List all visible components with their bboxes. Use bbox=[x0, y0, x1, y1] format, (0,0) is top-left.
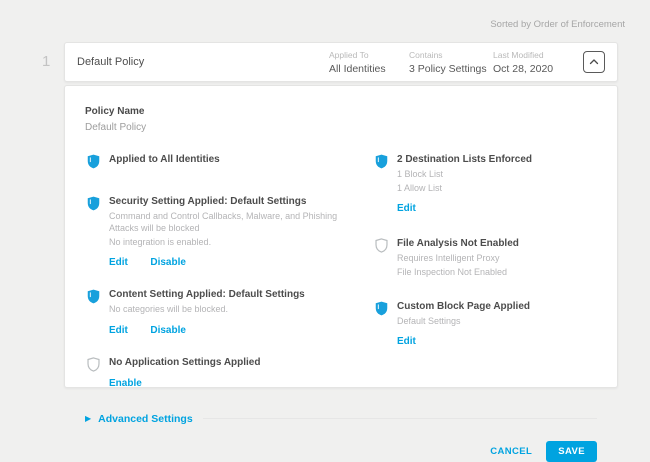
shield-icon bbox=[375, 300, 388, 349]
meta-applied-to: Applied To All Identities bbox=[329, 50, 409, 75]
meta-value: Oct 28, 2020 bbox=[493, 63, 577, 75]
shield-icon bbox=[87, 288, 100, 337]
setting-title: File Analysis Not Enabled bbox=[397, 237, 597, 250]
shield-icon bbox=[375, 153, 388, 216]
policy-detail-panel: Policy Name Default Policy Applied to Al… bbox=[64, 85, 618, 388]
setting-title: 2 Destination Lists Enforced bbox=[397, 153, 597, 166]
policy-row-number: 1 bbox=[42, 53, 50, 70]
setting-description: No categories will be blocked. bbox=[109, 303, 359, 315]
meta-last-modified: Last Modified Oct 28, 2020 bbox=[493, 50, 583, 75]
setting-title: Custom Block Page Applied bbox=[397, 300, 597, 313]
setting-description: 1 Block List bbox=[397, 168, 597, 180]
settings-column-left: Applied to All Identities Security Setti… bbox=[85, 153, 365, 409]
save-button[interactable]: SAVE bbox=[546, 441, 597, 462]
setting-description: 1 Allow List bbox=[397, 182, 597, 194]
setting-application: No Application Settings Applied Enable bbox=[87, 356, 365, 391]
meta-value: All Identities bbox=[329, 63, 403, 75]
shield-outline-icon bbox=[87, 356, 100, 391]
policy-title: Default Policy bbox=[77, 56, 329, 68]
cancel-button[interactable]: CANCEL bbox=[490, 446, 532, 457]
meta-label: Last Modified bbox=[493, 50, 577, 60]
meta-contains: Contains 3 Policy Settings bbox=[409, 50, 493, 75]
enable-link[interactable]: Enable bbox=[109, 378, 142, 389]
shield-icon bbox=[87, 153, 100, 174]
setting-title: Content Setting Applied: Default Setting… bbox=[109, 288, 365, 301]
disable-link[interactable]: Disable bbox=[150, 257, 186, 268]
settings-column-right: 2 Destination Lists Enforced 1 Block Lis… bbox=[365, 153, 597, 409]
divider bbox=[203, 418, 597, 419]
setting-destination-lists: 2 Destination Lists Enforced 1 Block Lis… bbox=[375, 153, 597, 216]
edit-link[interactable]: Edit bbox=[397, 336, 416, 347]
disable-link[interactable]: Disable bbox=[150, 325, 186, 336]
advanced-settings-toggle[interactable]: Advanced Settings bbox=[98, 413, 193, 425]
meta-label: Contains bbox=[409, 50, 487, 60]
setting-description: Command and Control Callbacks, Malware, … bbox=[109, 210, 359, 234]
chevron-up-icon bbox=[588, 56, 600, 68]
caret-right-icon: ▶ bbox=[85, 414, 91, 423]
setting-applied-identities: Applied to All Identities bbox=[87, 153, 365, 174]
edit-link[interactable]: Edit bbox=[397, 203, 416, 214]
setting-description: No integration is enabled. bbox=[109, 236, 359, 248]
shield-outline-icon bbox=[375, 237, 388, 278]
settings-grid: Applied to All Identities Security Setti… bbox=[85, 153, 597, 409]
setting-description: File Inspection Not Enabled bbox=[397, 266, 597, 278]
setting-title: Security Setting Applied: Default Settin… bbox=[109, 195, 365, 208]
edit-link[interactable]: Edit bbox=[109, 257, 128, 268]
setting-description: Default Settings bbox=[397, 315, 597, 327]
setting-security: Security Setting Applied: Default Settin… bbox=[87, 195, 365, 270]
advanced-settings-row: ▶ Advanced Settings bbox=[85, 413, 597, 425]
setting-content: Content Setting Applied: Default Setting… bbox=[87, 288, 365, 337]
setting-title: No Application Settings Applied bbox=[109, 356, 365, 369]
setting-description: Requires Intelligent Proxy bbox=[397, 252, 597, 264]
footer-actions: CANCEL SAVE bbox=[85, 441, 597, 462]
sorted-by-label: Sorted by Order of Enforcement bbox=[490, 19, 625, 30]
policy-name-label: Policy Name bbox=[85, 106, 597, 117]
setting-file-analysis: File Analysis Not Enabled Requires Intel… bbox=[375, 237, 597, 278]
collapse-policy-button[interactable] bbox=[583, 51, 605, 73]
meta-value: 3 Policy Settings bbox=[409, 63, 487, 75]
setting-title: Applied to All Identities bbox=[109, 153, 365, 166]
policy-header-row[interactable]: Default Policy Applied To All Identities… bbox=[64, 42, 618, 82]
setting-block-page: Custom Block Page Applied Default Settin… bbox=[375, 300, 597, 349]
meta-label: Applied To bbox=[329, 50, 403, 60]
edit-link[interactable]: Edit bbox=[109, 325, 128, 336]
shield-icon bbox=[87, 195, 100, 270]
policy-name-value: Default Policy bbox=[85, 122, 597, 133]
policy-card: Default Policy Applied To All Identities… bbox=[64, 42, 618, 388]
